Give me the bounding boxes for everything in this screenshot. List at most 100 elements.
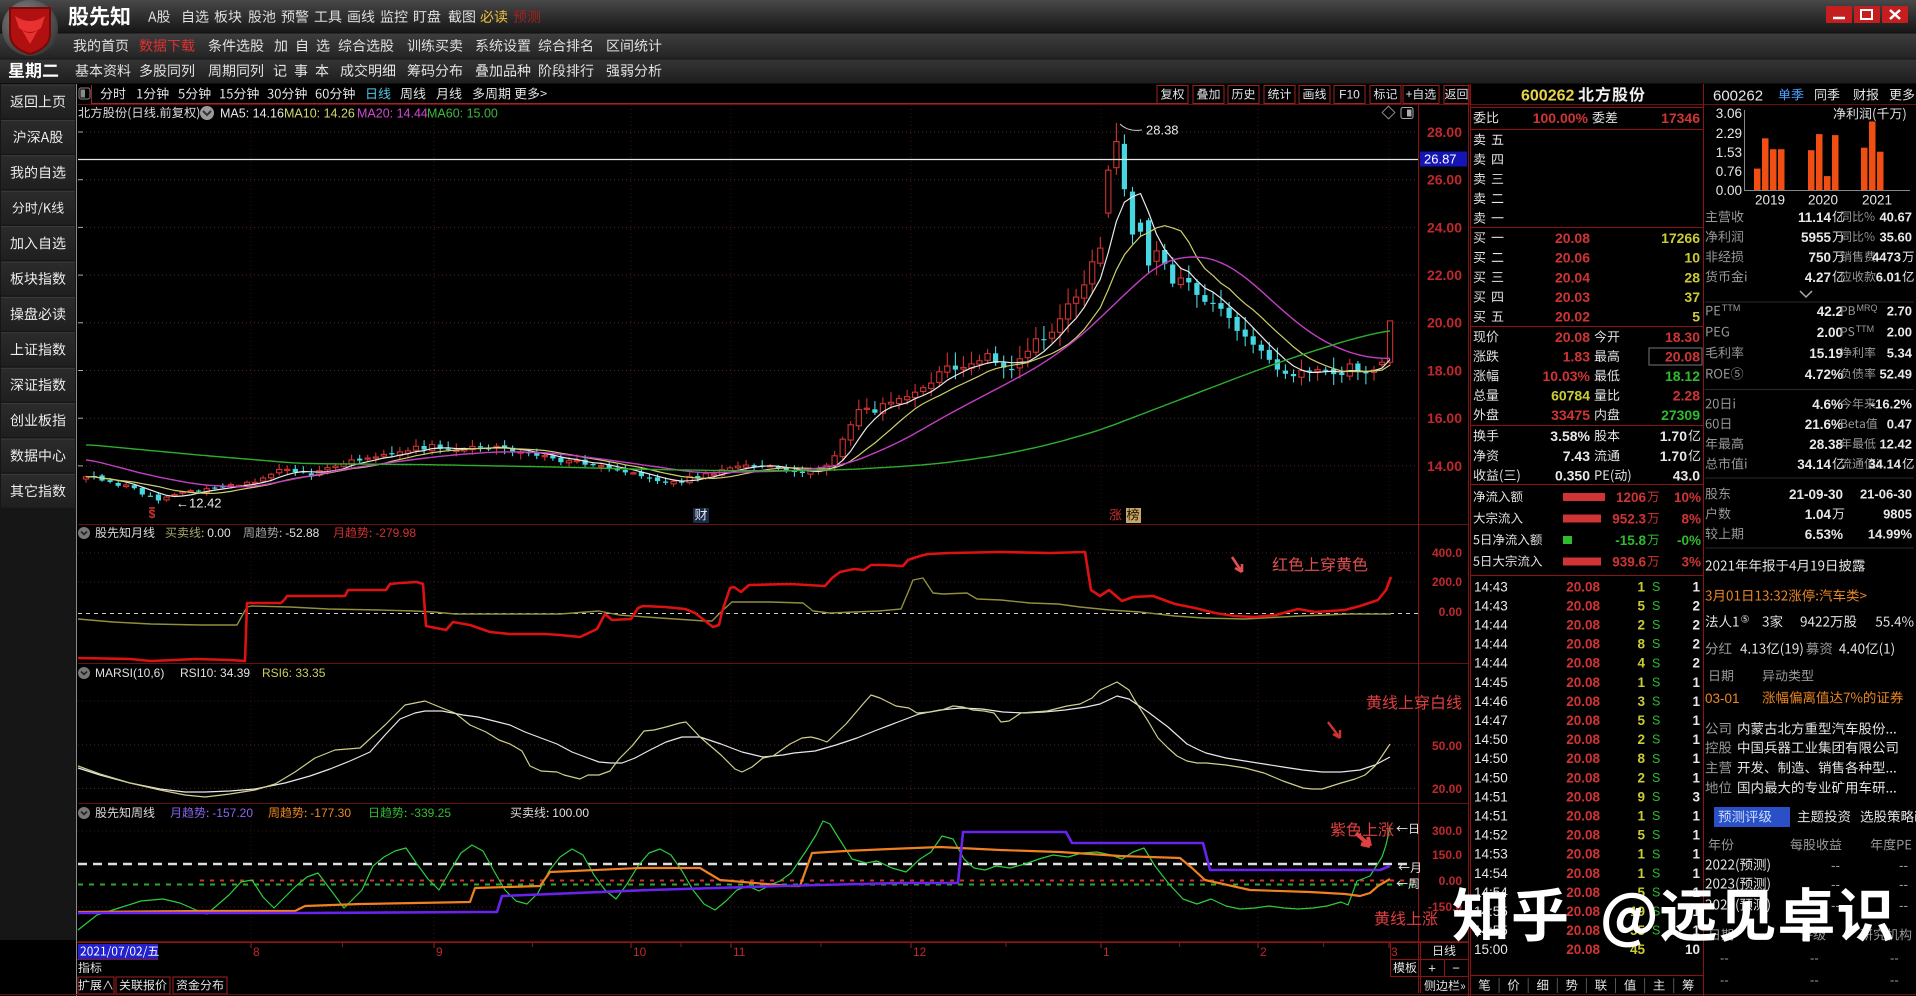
svg-text:RSI10: 34.39: RSI10: 34.39	[180, 666, 250, 680]
svg-text:3%: 3%	[1681, 554, 1701, 569]
svg-text:20.08: 20.08	[1566, 866, 1600, 881]
svg-text:14:51: 14:51	[1474, 789, 1508, 804]
svg-text:2019: 2019	[1755, 192, 1785, 207]
svg-text:20.08: 20.08	[1566, 789, 1600, 804]
svg-text:S: S	[1652, 790, 1660, 804]
svg-text:14:51: 14:51	[1474, 809, 1508, 824]
svg-text:40.67: 40.67	[1879, 210, 1912, 225]
svg-text:1.04: 1.04	[1805, 507, 1832, 522]
svg-text:2: 2	[1637, 732, 1645, 747]
svg-text:-16.2%: -16.2%	[1871, 397, 1913, 412]
svg-text:2: 2	[1692, 656, 1700, 671]
svg-text:1: 1	[1692, 675, 1700, 690]
svg-text:8%: 8%	[1681, 511, 1701, 526]
svg-text:18.00: 18.00	[1427, 362, 1462, 378]
svg-text:12: 12	[913, 945, 927, 959]
svg-text:2: 2	[1692, 637, 1700, 652]
svg-text:MA5: 14.16: MA5: 14.16	[220, 106, 284, 120]
svg-text:--: --	[1831, 858, 1840, 873]
svg-text:3.06: 3.06	[1716, 106, 1742, 121]
svg-text:20.08: 20.08	[1566, 694, 1600, 709]
svg-text:S: S	[1652, 771, 1660, 785]
svg-text:0.00: 0.00	[1439, 605, 1463, 619]
svg-text:0.76: 0.76	[1716, 164, 1742, 179]
svg-text:S: S	[1652, 886, 1660, 900]
svg-text:5955: 5955	[1801, 230, 1832, 245]
svg-text:S: S	[1652, 866, 1660, 880]
svg-text:20.08: 20.08	[1566, 847, 1600, 862]
svg-text:4.72%: 4.72%	[1805, 367, 1843, 382]
svg-text:S: S	[1652, 695, 1660, 709]
svg-text:20.08: 20.08	[1566, 885, 1600, 900]
svg-text:1: 1	[1637, 866, 1645, 881]
svg-text:16.00: 16.00	[1427, 410, 1462, 426]
svg-text:20.08: 20.08	[1566, 828, 1600, 843]
svg-text:MRQ: MRQ	[1857, 303, 1878, 313]
svg-text:20.08: 20.08	[1566, 942, 1600, 957]
svg-text:28: 28	[1684, 269, 1700, 285]
svg-text:2.70: 2.70	[1887, 304, 1912, 319]
svg-text:60784: 60784	[1551, 387, 1590, 403]
svg-text:←12.42: ←12.42	[176, 496, 222, 511]
svg-text:S: S	[1652, 675, 1660, 689]
svg-text:6.53%: 6.53%	[1805, 527, 1843, 542]
svg-text:1: 1	[1692, 809, 1700, 824]
svg-text:34.14: 34.14	[1797, 457, 1831, 472]
svg-text:300.0: 300.0	[1432, 824, 1462, 838]
svg-text:--: --	[1899, 858, 1908, 873]
svg-text:9: 9	[436, 945, 443, 959]
svg-text:35.60: 35.60	[1879, 230, 1912, 245]
svg-text:-279.98: -279.98	[375, 526, 416, 540]
svg-text:-177.30: -177.30	[310, 806, 351, 820]
svg-text:14:46: 14:46	[1474, 694, 1508, 709]
svg-text:5: 5	[1692, 309, 1700, 325]
svg-text:20.08: 20.08	[1566, 656, 1600, 671]
svg-text:14:50: 14:50	[1474, 770, 1508, 785]
svg-text:0.00: 0.00	[1716, 183, 1742, 198]
svg-text:1: 1	[1637, 579, 1645, 594]
svg-text:14:43: 14:43	[1474, 579, 1508, 594]
svg-text:S: S	[1652, 733, 1660, 747]
svg-text:200.0: 200.0	[1432, 575, 1462, 589]
svg-text:150.0: 150.0	[1432, 848, 1462, 862]
svg-text:8: 8	[253, 945, 260, 959]
svg-text:15:00: 15:00	[1474, 942, 1508, 957]
svg-text:F10: F10	[1339, 88, 1360, 102]
svg-text:600262: 600262	[1713, 87, 1763, 104]
svg-text:1: 1	[1692, 828, 1700, 843]
svg-text:5: 5	[1637, 713, 1645, 728]
svg-text:52.49: 52.49	[1879, 367, 1912, 382]
svg-text:2: 2	[1692, 618, 1700, 633]
svg-text:18.30: 18.30	[1665, 329, 1700, 345]
svg-text:20.08: 20.08	[1566, 675, 1600, 690]
svg-text:10%: 10%	[1674, 490, 1701, 505]
svg-text:20.00: 20.00	[1432, 782, 1462, 796]
svg-text:03-01: 03-01	[1705, 691, 1740, 706]
svg-text:20.06: 20.06	[1555, 250, 1590, 266]
svg-text:--: --	[1720, 951, 1729, 966]
svg-text:11: 11	[733, 945, 746, 959]
svg-text:12.42: 12.42	[1879, 437, 1912, 452]
svg-text:400.0: 400.0	[1432, 546, 1462, 560]
svg-text:14:45: 14:45	[1474, 675, 1508, 690]
svg-text:20.08: 20.08	[1566, 637, 1600, 652]
svg-text:14.00: 14.00	[1427, 458, 1462, 474]
svg-text:3: 3	[1391, 945, 1398, 959]
svg-text:S: S	[1652, 637, 1660, 651]
svg-text:-339.25: -339.25	[410, 806, 451, 820]
svg-text:14:44: 14:44	[1474, 618, 1508, 633]
svg-text:14:50: 14:50	[1474, 751, 1508, 766]
svg-text:1.70: 1.70	[1660, 428, 1687, 444]
svg-text:--: --	[1831, 877, 1840, 892]
svg-text:2020: 2020	[1808, 192, 1838, 207]
svg-text:2: 2	[1260, 945, 1267, 959]
svg-text:26.87: 26.87	[1424, 152, 1457, 167]
svg-text:21.6%: 21.6%	[1805, 417, 1843, 432]
svg-text:50.00: 50.00	[1432, 739, 1462, 753]
svg-text:--: --	[1810, 973, 1819, 988]
svg-text:939.6: 939.6	[1612, 554, 1646, 569]
svg-text:20.02: 20.02	[1555, 309, 1590, 325]
svg-text:1: 1	[1692, 847, 1700, 862]
svg-text:−: −	[1452, 961, 1460, 976]
svg-text:TTM: TTM	[1856, 324, 1875, 334]
